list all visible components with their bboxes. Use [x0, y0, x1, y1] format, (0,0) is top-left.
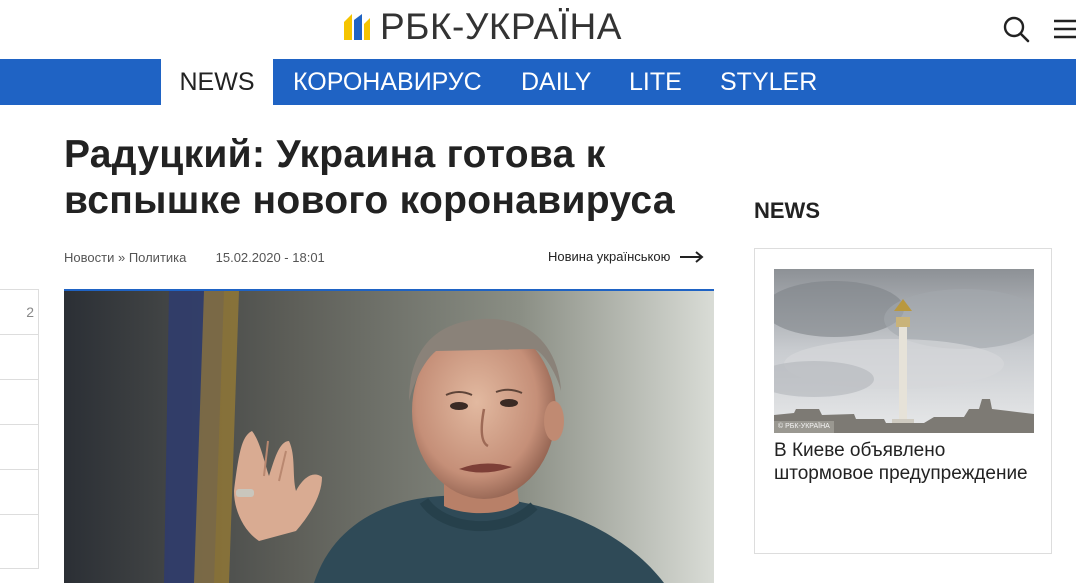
breadcrumb-section-link[interactable]: Политика: [129, 250, 187, 265]
share-strip: 2: [0, 289, 39, 569]
nav-item-koronavirus[interactable]: КОРОНАВИРУС: [293, 59, 482, 105]
share-button[interactable]: [0, 335, 38, 380]
ukrainian-version-link[interactable]: Новина українською: [548, 249, 704, 264]
share-button[interactable]: [0, 380, 38, 425]
logo-text: РБК-УКРАЇНА: [380, 6, 622, 47]
article-title: Радуцкий: Украина готова к вспышке новог…: [64, 132, 724, 224]
image-watermark: © РБК-УКРАЇНА: [778, 423, 830, 430]
share-counter[interactable]: 2: [0, 290, 38, 335]
share-button[interactable]: [0, 425, 38, 470]
arrow-right-icon: [680, 250, 704, 263]
rbc-logo-icon: [344, 14, 370, 40]
sidebar-news-card[interactable]: © РБК-УКРАЇНА В Киеве объявлено штормово…: [754, 248, 1052, 554]
share-button[interactable]: [0, 470, 38, 515]
site-logo[interactable]: РБК-УКРАЇНА: [342, 8, 622, 46]
nav-item-daily[interactable]: DAILY: [521, 59, 591, 105]
man-portrait-image: [64, 291, 714, 583]
nav-item-styler[interactable]: STYLER: [720, 59, 817, 105]
article-title-line-1: Радуцкий: Украина готова к: [64, 133, 606, 176]
breadcrumb-news-link[interactable]: Новости: [64, 250, 114, 265]
main-nav: NEWS КОРОНАВИРУС DAILY LITE STYLER: [0, 59, 1076, 105]
ukrainian-version-label: Новина українською: [548, 249, 671, 264]
article-photo: [64, 289, 714, 583]
sidebar-news-caption[interactable]: В Киеве объявлено штормовое предупрежден…: [774, 439, 1034, 485]
site-header: РБК-УКРАЇНА: [0, 0, 1076, 58]
article-title-line-2: вспышке нового коронавируса: [64, 179, 675, 222]
search-icon[interactable]: [1001, 14, 1031, 44]
article-meta: Новости » Политика 15.02.2020 - 18:01: [64, 250, 325, 265]
share-button[interactable]: [0, 515, 38, 560]
sidebar-heading: NEWS: [754, 198, 820, 223]
nav-item-lite[interactable]: LITE: [629, 59, 682, 105]
article-date: 15.02.2020 - 18:01: [215, 250, 325, 265]
kyiv-independence-monument-image: © РБК-УКРАЇНА: [774, 269, 1034, 433]
menu-icon[interactable]: [1052, 14, 1076, 44]
breadcrumb-separator: »: [117, 250, 126, 265]
nav-item-news[interactable]: NEWS: [161, 59, 273, 105]
